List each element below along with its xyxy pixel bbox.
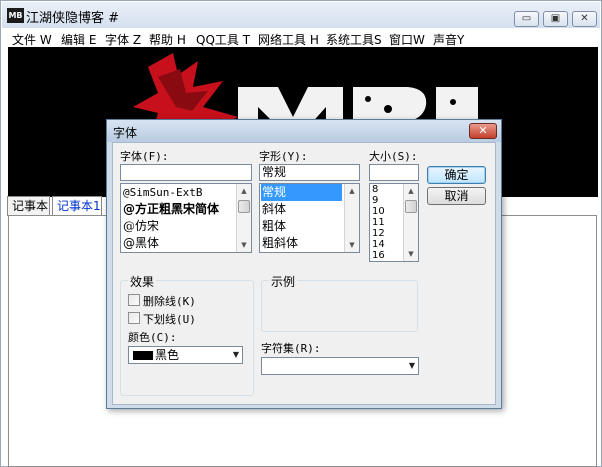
font-style-list[interactable]: 常规 斜体 粗体 粗斜体 ▲ ▼: [259, 183, 360, 253]
dropdown-arrow-icon: ▼: [408, 361, 415, 370]
close-button[interactable]: ✕: [572, 11, 597, 27]
dialog-title: 字体: [113, 126, 138, 140]
scroll-up-icon[interactable]: ▲: [239, 186, 249, 196]
minimize-button[interactable]: ▭: [514, 11, 539, 27]
main-window: MB 江湖侠隐博客 # ▭ ▣ ✕ 文件 W 编辑 E 字体 Z 帮助 H QQ…: [0, 0, 602, 467]
maximize-button[interactable]: ▣: [543, 11, 568, 27]
tab-notepad-1[interactable]: 记事本1: [52, 196, 102, 216]
font-list-item[interactable]: @仿宋: [123, 218, 159, 235]
dialog-body: 字体(F): @SimSun-ExtB @方正粗黑宋简体 @仿宋 @黑体 ▲ ▼…: [112, 142, 496, 405]
close-icon: ✕: [580, 13, 589, 24]
charset-combo[interactable]: ▼: [261, 357, 419, 375]
charset-label: 字符集(R):: [261, 342, 321, 355]
menu-font[interactable]: 字体 Z: [105, 31, 141, 48]
font-style-input[interactable]: 常规: [259, 164, 360, 181]
style-list-scrollbar[interactable]: ▲ ▼: [344, 184, 359, 252]
font-list-item[interactable]: @方正粗黑宋简体: [123, 201, 219, 218]
window-title: 江湖侠隐博客 #: [26, 11, 120, 26]
maximize-icon: ▣: [550, 13, 561, 24]
sample-title: 示例: [269, 273, 298, 290]
style-list-item[interactable]: 粗斜体: [262, 235, 298, 252]
menu-network-tools[interactable]: 网络工具 H: [258, 31, 319, 48]
close-icon: ✕: [478, 124, 488, 137]
scroll-up-icon[interactable]: ▲: [406, 186, 416, 196]
scroll-down-icon[interactable]: ▼: [239, 240, 249, 250]
dialog-title-bar[interactable]: 字体 ✕: [107, 120, 501, 142]
font-name-input[interactable]: [120, 164, 252, 181]
app-icon: MB: [7, 8, 24, 23]
color-label: 颜色(C):: [128, 331, 177, 344]
effects-title: 效果: [128, 273, 157, 290]
strikeout-checkbox[interactable]: [128, 294, 140, 306]
menu-help[interactable]: 帮助 H: [149, 31, 186, 48]
size-label: 大小(S):: [369, 150, 418, 163]
font-label: 字体(F):: [120, 150, 169, 163]
menu-qq-tools[interactable]: QQ工具 T: [196, 31, 250, 48]
size-list-item[interactable]: 8: [372, 184, 378, 195]
size-list-item[interactable]: 11: [372, 217, 385, 228]
scroll-down-icon[interactable]: ▼: [406, 249, 416, 259]
tab-notepad[interactable]: 记事本: [7, 196, 50, 216]
scroll-thumb[interactable]: [238, 200, 250, 213]
style-label: 字形(Y):: [259, 150, 308, 163]
font-size-list[interactable]: 8 9 10 11 12 14 16 ▲ ▼: [369, 183, 419, 262]
style-list-item[interactable]: 斜体: [262, 201, 286, 218]
minimize-icon: ▭: [521, 13, 532, 24]
font-dialog: 字体 ✕ 字体(F): @SimSun-ExtB @方正粗黑宋简体 @仿宋 @黑…: [106, 119, 502, 409]
strikeout-label[interactable]: 删除线(K): [143, 293, 196, 309]
color-swatch: [133, 351, 153, 360]
size-list-item[interactable]: 9: [372, 195, 378, 206]
color-combo[interactable]: 黑色 ▼: [128, 346, 243, 364]
menu-window[interactable]: 窗口W: [389, 31, 425, 48]
scroll-down-icon[interactable]: ▼: [347, 240, 357, 250]
font-size-input[interactable]: [369, 164, 419, 181]
menu-sound[interactable]: 声音Y: [433, 31, 464, 48]
size-list-item[interactable]: 10: [372, 206, 385, 217]
size-list-item[interactable]: 14: [372, 239, 385, 250]
size-list-item[interactable]: 12: [372, 228, 385, 239]
menu-bar: 文件 W 编辑 E 字体 Z 帮助 H QQ工具 T 网络工具 H 系统工具S …: [2, 28, 600, 48]
style-list-item[interactable]: 粗体: [262, 218, 286, 235]
color-value: 黑色: [155, 348, 180, 362]
font-list-item[interactable]: @黑体: [123, 235, 159, 252]
title-bar[interactable]: MB 江湖侠隐博客 # ▭ ▣ ✕: [2, 2, 600, 28]
menu-edit[interactable]: 编辑 E: [61, 31, 96, 48]
font-list-item[interactable]: @SimSun-ExtB: [123, 184, 202, 201]
underline-label[interactable]: 下划线(U): [143, 311, 196, 327]
size-list-item[interactable]: 16: [372, 250, 385, 261]
dropdown-arrow-icon: ▼: [232, 350, 239, 359]
menu-system-tools[interactable]: 系统工具S: [326, 31, 382, 48]
style-list-item[interactable]: 常规: [261, 184, 342, 201]
underline-checkbox[interactable]: [128, 312, 140, 324]
cancel-button[interactable]: 取消: [427, 187, 486, 205]
ok-button[interactable]: 确定: [427, 166, 486, 184]
size-list-scrollbar[interactable]: ▲ ▼: [403, 184, 418, 261]
font-name-list[interactable]: @SimSun-ExtB @方正粗黑宋简体 @仿宋 @黑体 ▲ ▼: [120, 183, 252, 253]
menu-file[interactable]: 文件 W: [12, 31, 52, 48]
font-list-scrollbar[interactable]: ▲ ▼: [236, 184, 251, 252]
scroll-up-icon[interactable]: ▲: [347, 186, 357, 196]
dialog-close-button[interactable]: ✕: [469, 123, 497, 139]
scroll-thumb[interactable]: [405, 200, 417, 213]
